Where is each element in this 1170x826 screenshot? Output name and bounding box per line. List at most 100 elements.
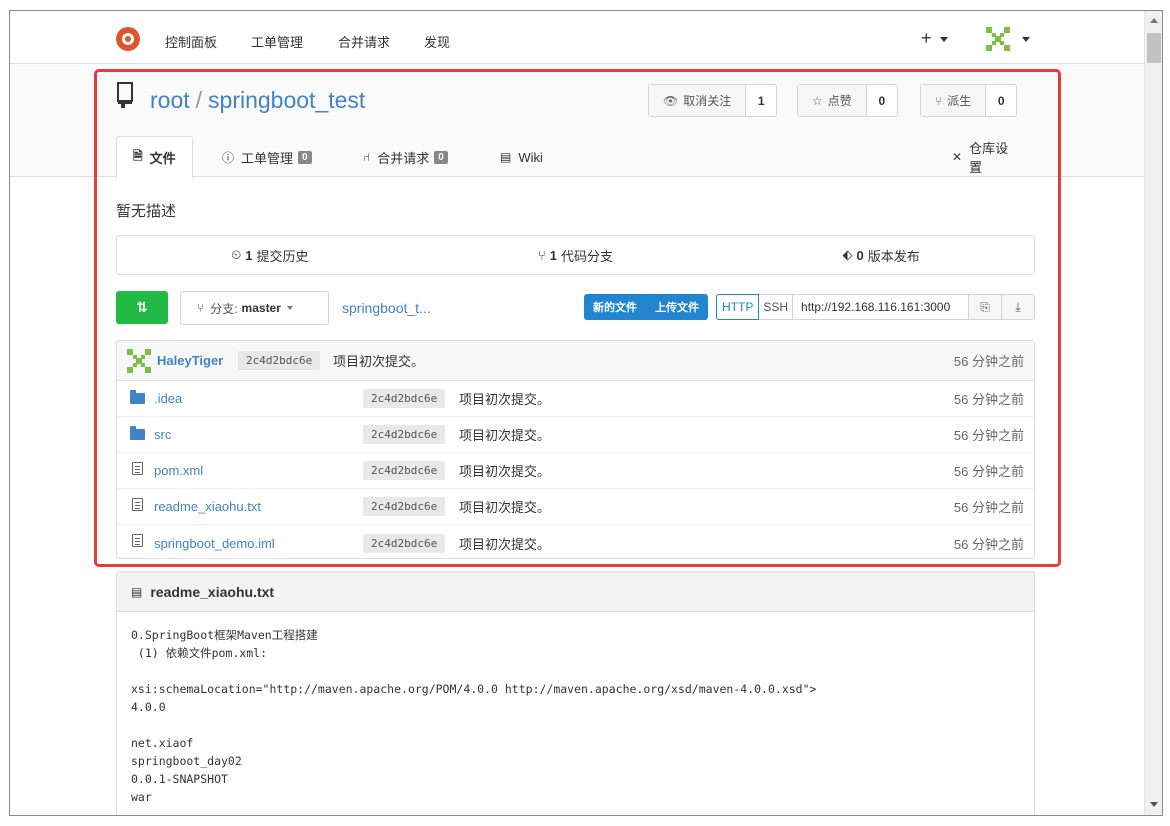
repo-description: 暂无描述 — [116, 203, 177, 220]
new-file-button[interactable]: 新的文件 — [584, 294, 646, 320]
file-name-link[interactable]: pom.xml — [154, 463, 203, 478]
readme-panel: ▤ readme_xiaohu.txt 0.SpringBoot框架Maven工程… — [116, 571, 1035, 815]
branch-icon: ⑂ — [537, 247, 546, 263]
nav-issues[interactable]: 工单管理 — [251, 32, 303, 51]
file-commit-sha[interactable]: 2c4d2bdc6e — [363, 497, 446, 516]
scrollbar-thumb[interactable] — [1147, 33, 1161, 63]
file-commit-sha[interactable]: 2c4d2bdc6e — [363, 389, 446, 408]
branches-count: 1 — [549, 247, 558, 263]
file-name-link[interactable]: readme_xiaohu.txt — [154, 499, 261, 514]
user-menu-chevron-icon[interactable] — [1022, 37, 1030, 42]
unwatch-label: 取消关注 — [683, 94, 732, 108]
download-button[interactable]: ⤓ — [1001, 295, 1034, 319]
eye-icon: 👁 — [663, 93, 679, 108]
compare-button[interactable]: ⇅ — [116, 291, 168, 324]
fork-button[interactable]: ⑂ 派生 — [921, 85, 987, 116]
upload-file-button[interactable]: 上传文件 — [646, 294, 708, 320]
file-icon — [130, 462, 143, 475]
file-commit-time: 56 分钟之前 — [953, 500, 1024, 515]
issue-opened-icon: ⓘ — [222, 150, 235, 165]
file-commit-message: 项目初次提交。 — [459, 392, 551, 407]
commit-author-avatar-icon[interactable] — [127, 349, 151, 373]
commit-sha-link[interactable]: 2c4d2bdc6e — [238, 351, 321, 370]
file-commit-time: 56 分钟之前 — [953, 428, 1024, 443]
file-text-icon: 🗎 — [133, 149, 143, 163]
issues-count-badge: 0 — [298, 150, 312, 164]
readme-title: readme_xiaohu.txt — [150, 583, 275, 600]
file-commit-time: 56 分钟之前 — [953, 536, 1024, 552]
http-toggle[interactable]: HTTP — [716, 294, 760, 320]
nav-explore[interactable]: 发现 — [424, 32, 450, 51]
file-commit-time: 56 分钟之前 — [953, 464, 1024, 479]
top-navbar: 控制面板 工单管理 合并请求 发现 + — [10, 11, 1144, 64]
star-count[interactable]: 0 — [867, 85, 897, 116]
repo-icon — [117, 82, 133, 108]
copy-url-button[interactable]: ⎘ — [968, 295, 1001, 319]
tag-icon: ⬖ — [842, 247, 853, 262]
unwatch-button[interactable]: 👁 取消关注 — [649, 85, 747, 116]
tab-files-label: 文件 — [149, 151, 176, 166]
commits-count: 1 — [245, 247, 253, 263]
star-button-group: ☆ 点赞 0 — [797, 84, 898, 117]
file-name-link[interactable]: src — [154, 427, 171, 442]
book-icon: ▤ — [131, 584, 143, 599]
commits-label: 提交历史 — [256, 248, 309, 264]
chevron-down-icon — [939, 36, 948, 42]
watch-count[interactable]: 1 — [746, 85, 776, 116]
latest-commit-row: HaleyTiger 2c4d2bdc6e 项目初次提交。 56 分钟之前 — [117, 341, 1034, 381]
file-commit-message: 项目初次提交。 — [459, 500, 551, 515]
releases-stat[interactable]: ⬖ 0 版本发布 — [728, 236, 1034, 274]
file-commit-sha[interactable]: 2c4d2bdc6e — [363, 425, 446, 444]
gitea-logo-icon[interactable] — [116, 27, 140, 51]
file-commit-sha[interactable]: 2c4d2bdc6e — [363, 461, 446, 480]
repo-owner-link[interactable]: root — [150, 87, 190, 113]
plus-icon: + — [921, 28, 932, 48]
repo-title: root / springboot_test — [150, 87, 365, 114]
vertical-scrollbar[interactable] — [1144, 11, 1162, 815]
file-commit-message: 项目初次提交。 — [459, 464, 551, 479]
file-commit-time: 56 分钟之前 — [953, 392, 1024, 407]
star-button[interactable]: ☆ 点赞 — [798, 85, 867, 116]
clone-url-group: HTTP SSH http://192.168.116.161:3000 ⎘ ⤓ — [716, 294, 1035, 320]
chevron-down-icon — [286, 306, 293, 310]
scroll-up-arrow-icon[interactable] — [1150, 18, 1158, 23]
folder-icon — [130, 390, 145, 404]
book-icon: ▤ — [500, 150, 512, 164]
repo-tabs: 🗎 文件 ⓘ 工单管理 0 ⑁ 合并请求 0 ▤ Wiki ✕ 仓库设置 — [116, 136, 1036, 179]
tab-files[interactable]: 🗎 文件 — [116, 136, 193, 179]
star-icon: ☆ — [812, 93, 823, 108]
download-icon: ⤓ — [1015, 299, 1021, 314]
tab-pulls[interactable]: ⑁ 合并请求 0 — [347, 136, 464, 178]
tab-settings[interactable]: ✕ 仓库设置 — [936, 136, 1036, 178]
tab-issues-label: 工单管理 — [241, 150, 294, 166]
pulls-count-badge: 0 — [434, 150, 448, 164]
branch-prefix: 分支: — [210, 301, 238, 316]
nav-dashboard[interactable]: 控制面板 — [165, 32, 217, 51]
create-new-button[interactable]: + — [921, 28, 948, 49]
commits-stat[interactable]: ⏲ 1 提交历史 — [117, 236, 423, 274]
commit-author-link[interactable]: HaleyTiger — [157, 353, 223, 368]
ssh-toggle[interactable]: SSH — [759, 295, 794, 319]
branch-icon-small: ⑂ — [197, 301, 205, 315]
file-name-link[interactable]: springboot_demo.iml — [154, 536, 275, 551]
clone-url-input[interactable]: http://192.168.116.161:3000 — [793, 295, 968, 319]
branch-name: master — [241, 301, 281, 315]
branch-dropdown[interactable]: ⑂ 分支: master — [180, 291, 329, 325]
table-row: .idea 2c4d2bdc6e 项目初次提交。 56 分钟之前 — [117, 381, 1034, 417]
path-breadcrumb[interactable]: springboot_t... — [342, 300, 431, 316]
tab-issues[interactable]: ⓘ 工单管理 0 — [206, 136, 328, 178]
nav-pulls[interactable]: 合并请求 — [338, 32, 390, 51]
user-avatar-icon[interactable] — [986, 27, 1010, 51]
commit-message: 项目初次提交。 — [333, 354, 425, 369]
scroll-down-arrow-icon[interactable] — [1150, 802, 1158, 807]
branches-stat[interactable]: ⑂ 1 代码分支 — [423, 236, 729, 274]
table-row: pom.xml 2c4d2bdc6e 项目初次提交。 56 分钟之前 — [117, 453, 1034, 489]
repo-name-link[interactable]: springboot_test — [208, 87, 365, 113]
file-commit-sha[interactable]: 2c4d2bdc6e — [363, 533, 446, 553]
fork-count[interactable]: 0 — [986, 85, 1016, 116]
file-name-link[interactable]: .idea — [154, 391, 182, 406]
history-icon: ⏲ — [231, 247, 242, 262]
tab-settings-label: 仓库设置 — [969, 141, 1009, 175]
copy-icon: ⎘ — [980, 299, 990, 314]
tab-wiki[interactable]: ▤ Wiki — [484, 136, 559, 178]
